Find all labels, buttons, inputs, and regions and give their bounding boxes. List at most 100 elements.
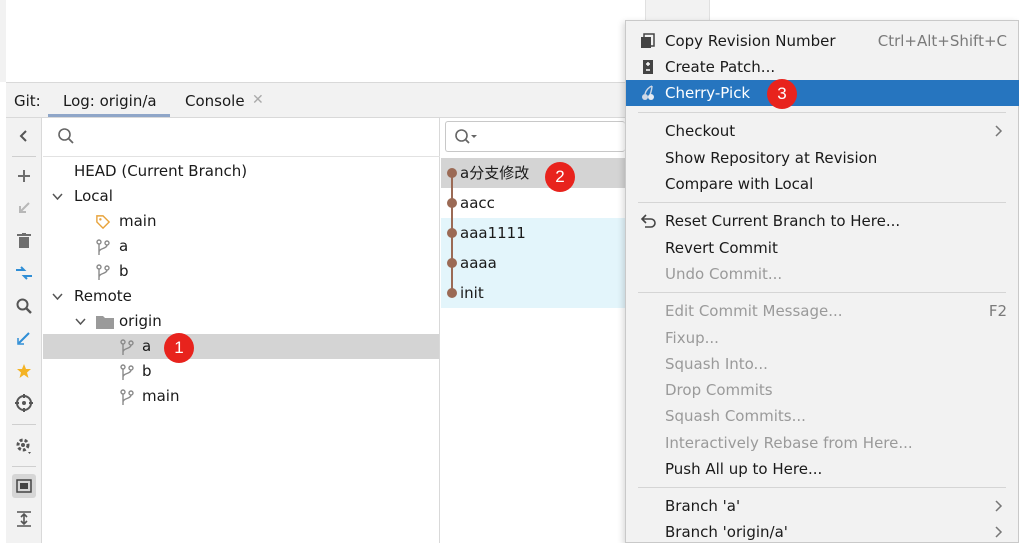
search-icon[interactable] <box>12 294 36 318</box>
step-badge-2: 2 <box>545 162 575 192</box>
chevron-down-icon[interactable] <box>52 284 63 311</box>
tree-item-remote[interactable]: Remote <box>43 284 439 309</box>
tab-console[interactable]: Console <box>185 92 245 110</box>
chevron-right-icon <box>994 493 1003 521</box>
menu-item-label: Edit Commit Message... <box>665 302 843 320</box>
menu-item-show-repository[interactable]: Show Repository at Revision <box>626 145 1019 171</box>
commit-graph-node <box>447 168 457 178</box>
menu-separator <box>638 202 1006 203</box>
menu-item-checkout[interactable]: Checkout <box>626 118 1019 144</box>
tree-item-origin[interactable]: origin <box>43 309 439 334</box>
active-tab-indicator <box>48 114 170 117</box>
favorite-star-icon[interactable] <box>12 359 36 383</box>
menu-item-label: Cherry-Pick <box>665 84 751 102</box>
branches-panel: HEAD (Current Branch) Local main a b Rem… <box>43 118 440 543</box>
menu-item-squash-into: Squash Into... <box>626 351 1019 377</box>
collapse-panel-icon[interactable] <box>12 124 36 148</box>
delete-branch-icon[interactable] <box>12 229 36 253</box>
menu-item-label: Copy Revision Number <box>665 32 836 50</box>
commit-row[interactable]: aaaa <box>441 248 625 278</box>
commit-row[interactable]: aaa1111 <box>441 218 625 248</box>
commit-log-panel: a分支修改 aacc aaa1111 aaaa init <box>441 118 625 543</box>
toolbar-separator <box>12 424 36 425</box>
tree-item-head[interactable]: HEAD (Current Branch) <box>43 159 439 184</box>
tree-item-origin-b[interactable]: b <box>43 359 439 384</box>
menu-item-label: Branch 'origin/a' <box>665 523 788 541</box>
chevron-right-icon <box>994 519 1003 543</box>
tree-item-origin-a[interactable]: a <box>43 334 439 359</box>
branch-icon <box>96 264 110 280</box>
toolbar-separator <box>12 466 36 467</box>
tree-item-label: a <box>142 337 152 355</box>
branch-search-field[interactable] <box>43 118 440 157</box>
menu-item-label: Show Repository at Revision <box>665 149 878 167</box>
tree-item-label: main <box>119 212 157 230</box>
tag-icon <box>96 215 110 230</box>
locate-icon[interactable] <box>12 391 36 415</box>
step-badge-3: 3 <box>767 79 797 109</box>
edit-icon[interactable] <box>12 326 36 350</box>
commit-row[interactable]: aacc <box>441 188 625 218</box>
menu-item-create-patch[interactable]: Create Patch... <box>626 54 1019 80</box>
commit-row[interactable]: a分支修改 <box>441 158 625 188</box>
tab-log-origin-a[interactable]: Log: origin/a <box>63 92 157 110</box>
toolbar-separator <box>12 156 36 157</box>
git-log-toolbar <box>6 118 42 543</box>
branch-icon <box>96 239 110 255</box>
branch-icon <box>120 339 134 355</box>
tree-item-label: b <box>119 262 129 280</box>
compare-branches-icon[interactable] <box>12 261 36 285</box>
menu-item-push-all[interactable]: Push All up to Here... <box>626 456 1019 482</box>
close-console-tab-icon[interactable]: ✕ <box>252 92 264 108</box>
tree-item-label: b <box>142 362 152 380</box>
menu-item-label: Interactively Rebase from Here... <box>665 434 913 452</box>
menu-separator <box>638 112 1006 113</box>
git-toolwindow-title: Git: <box>14 92 41 110</box>
menu-item-squash-commits: Squash Commits... <box>626 403 1019 429</box>
commit-graph-node <box>447 258 457 268</box>
settings-gear-icon[interactable] <box>12 434 36 458</box>
branch-icon <box>120 364 134 380</box>
new-branch-icon[interactable] <box>12 164 36 188</box>
menu-item-shortcut: F2 <box>988 302 1007 320</box>
tree-item-local-main[interactable]: main <box>43 209 439 234</box>
menu-item-cherry-pick[interactable]: Cherry-Pick <box>626 80 1019 106</box>
chevron-down-icon[interactable] <box>75 309 86 336</box>
update-selected-icon[interactable] <box>12 196 36 220</box>
commit-search-field[interactable] <box>445 121 625 152</box>
menu-item-label: Revert Commit <box>665 239 778 257</box>
tree-item-local-b[interactable]: b <box>43 259 439 284</box>
menu-item-label: Checkout <box>665 122 736 140</box>
menu-item-label: Fixup... <box>665 329 719 347</box>
tree-item-local-a[interactable]: a <box>43 234 439 259</box>
branch-icon <box>120 389 134 405</box>
commit-row[interactable]: init <box>441 278 625 308</box>
expand-all-icon[interactable] <box>12 507 36 531</box>
menu-item-label: Branch 'a' <box>665 497 741 515</box>
search-options-icon[interactable] <box>454 128 478 146</box>
tree-item-origin-main[interactable]: main <box>43 384 439 409</box>
tree-item-local[interactable]: Local <box>43 184 439 209</box>
chevron-down-icon[interactable] <box>52 184 63 211</box>
menu-item-copy-revision[interactable]: Copy Revision Number Ctrl+Alt+Shift+C <box>626 28 1019 54</box>
tree-item-label: Remote <box>74 287 132 305</box>
search-icon <box>58 128 74 144</box>
commit-message: a分支修改 <box>460 164 530 182</box>
folder-icon <box>96 316 114 329</box>
menu-item-edit-message: Edit Commit Message... F2 <box>626 298 1019 324</box>
tree-item-label: main <box>142 387 180 405</box>
undo-icon <box>640 214 656 228</box>
menu-item-branch-a[interactable]: Branch 'a' <box>626 493 1019 519</box>
tree-item-label: a <box>119 237 129 255</box>
menu-separator <box>638 487 1006 488</box>
menu-item-compare-local[interactable]: Compare with Local <box>626 171 1019 197</box>
menu-item-reset-branch[interactable]: Reset Current Branch to Here... <box>626 208 1019 234</box>
group-by-directory-icon[interactable] <box>12 474 36 498</box>
cherry-icon <box>642 85 654 100</box>
menu-item-label: Drop Commits <box>665 381 773 399</box>
commit-graph-node <box>447 228 457 238</box>
menu-item-branch-origin-a[interactable]: Branch 'origin/a' <box>626 519 1019 543</box>
commit-context-menu: Copy Revision Number Ctrl+Alt+Shift+C Cr… <box>625 20 1019 543</box>
menu-item-revert-commit[interactable]: Revert Commit <box>626 235 1019 261</box>
chevron-right-icon <box>994 118 1003 146</box>
